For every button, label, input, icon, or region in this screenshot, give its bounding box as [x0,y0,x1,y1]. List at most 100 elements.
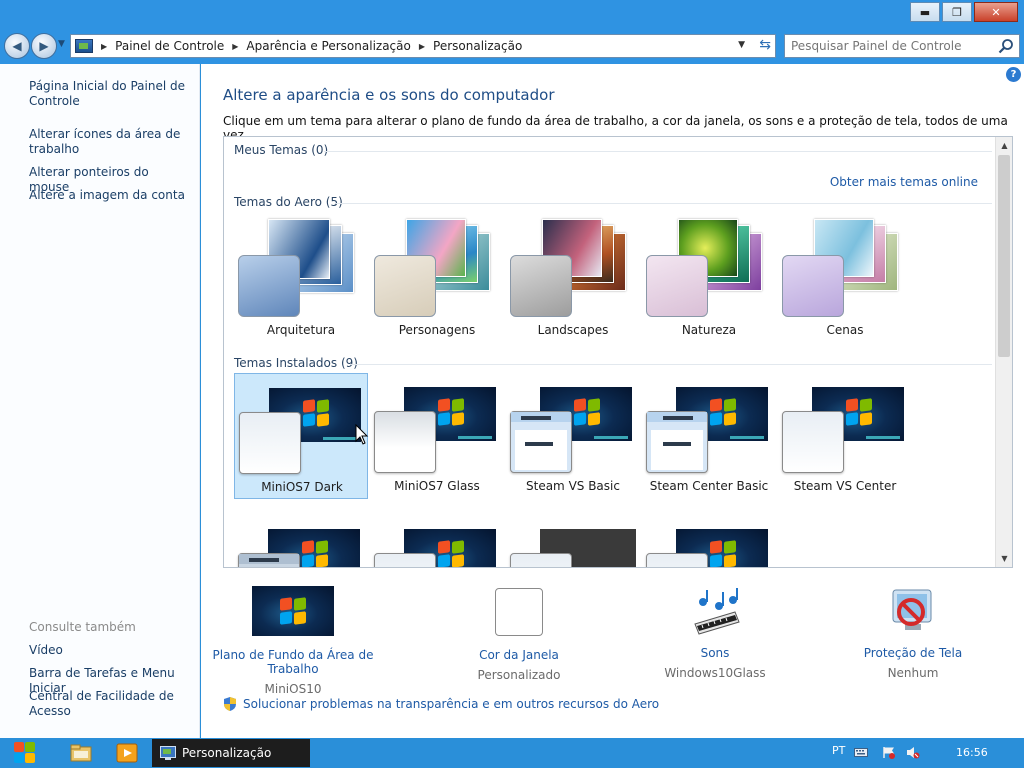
sounds-link[interactable]: Sons [615,646,815,660]
breadcrumb-personalization[interactable]: Personalização [433,39,522,53]
theme-minios7-dark[interactable]: MiniOS7 Dark [234,373,369,499]
main-content: ? Altere a aparência e os sons do comput… [201,64,1024,738]
search-icon[interactable] [998,38,1014,54]
file-explorer-icon[interactable] [70,743,92,763]
recent-pages-dropdown-icon[interactable]: ▼ [58,39,65,49]
search-input[interactable] [791,39,991,53]
theme-steam-vs-basic[interactable]: Steam VS Basic [506,373,640,497]
screen-saver-value: Nenhum [887,666,939,680]
maximize-button[interactable]: ❐ [942,2,972,22]
section-installed-themes: Temas Instalados (9) [234,356,358,370]
theme-partial[interactable] [370,515,504,567]
window-color-value: Personalizado [477,668,561,682]
windows-logo-icon [710,540,738,567]
sidebar-link-video[interactable]: Vídeo [29,643,189,658]
window-color-link[interactable]: Cor da Janela [419,648,619,662]
windows-logo-icon [438,398,466,427]
window-color-swatch [239,412,301,474]
section-divider [350,364,992,365]
theme-label: Cenas [826,323,864,337]
breadcrumb-separator-icon[interactable]: ▶ [232,42,238,51]
forward-button[interactable]: ▶ [31,33,57,59]
theme-label: Steam VS Basic [526,479,620,493]
see-also-heading: Consulte também [29,620,136,634]
troubleshoot-aero-link[interactable]: Solucionar problemas na transparência e … [223,697,659,711]
help-icon[interactable]: ? [1006,67,1021,82]
desktop-background-link[interactable]: Plano de Fundo da Área de Trabalho [193,648,393,676]
window-color-tile[interactable]: Cor da Janela Personalizado [419,588,619,682]
address-dropdown-icon[interactable]: ▼ [738,40,745,50]
window-color-swatch [510,255,572,317]
screen-saver-tile[interactable]: Proteção de Tela Nenhum [813,586,1013,680]
clock[interactable]: 16:56 [956,746,988,759]
troubleshoot-aero-text[interactable]: Solucionar problemas na transparência e … [243,697,659,711]
sidebar-link-ease-of-access[interactable]: Central de Facilidade de Acesso [29,689,189,719]
theme-partial[interactable] [234,515,368,567]
refresh-icon[interactable]: ⇆ [759,37,771,53]
taskbar-personalization-button[interactable]: Personalização [152,739,310,767]
media-player-icon[interactable] [116,743,138,763]
window-color-swatch [238,255,300,317]
theme-cenas[interactable]: Cenas [778,217,912,341]
sidebar-link-desktop-icons[interactable]: Alterar ícones da área de trabalho [29,127,189,157]
theme-minios7-glass[interactable]: MiniOS7 Glass [370,373,504,497]
section-divider [336,203,992,204]
scroll-up-icon[interactable]: ▲ [996,137,1012,154]
taskbar-personalization-label: Personalização [182,746,272,760]
mouse-cursor-icon [355,424,369,445]
theme-preview-stack [506,217,640,317]
window-color-swatch [495,588,543,636]
window-color-swatch [646,255,708,317]
theme-steam-vs-center[interactable]: Steam VS Center [778,373,912,497]
theme-natureza[interactable]: Natureza [642,217,776,341]
theme-label: MiniOS7 Glass [394,479,480,493]
windows-logo-icon [280,597,308,626]
theme-label: Steam Center Basic [649,479,769,493]
themes-scrollbar[interactable]: ▲ ▼ [995,137,1012,567]
keyboard-icon[interactable] [854,746,868,759]
navigation-bar: ◀ ▶ ▼ ▶ Painel de Controle ▶ Aparência e… [0,30,1024,64]
scroll-thumb[interactable] [998,155,1010,357]
windows-logo-icon [438,540,466,567]
back-button[interactable]: ◀ [4,33,30,59]
screen-saver-icon [892,589,932,630]
themes-list[interactable]: Meus Temas (0) Obter mais temas online T… [223,136,1013,568]
start-button[interactable] [8,738,42,768]
minimize-button[interactable]: ▬ [910,2,940,22]
sounds-icon [694,588,740,635]
language-indicator[interactable]: PT [832,744,845,757]
breadcrumb-separator-icon[interactable]: ▶ [101,42,107,51]
window-controls: ▬ ❐ ✕ [910,2,1018,22]
control-panel-icon [75,39,93,53]
theme-steam-center-basic[interactable]: Steam Center Basic [642,373,776,497]
search-box[interactable] [784,34,1020,58]
sidebar-link-control-panel-home[interactable]: Página Inicial do Painel de Controle [29,79,189,109]
breadcrumb-appearance[interactable]: Aparência e Personalização [246,39,410,53]
theme-landscapes[interactable]: Landscapes [506,217,640,341]
theme-preview-stack [234,217,368,317]
theme-partial[interactable] [642,515,776,567]
theme-arquitetura[interactable]: Arquitetura [234,217,368,341]
breadcrumb-control-panel[interactable]: Painel de Controle [115,39,224,53]
section-my-themes: Meus Temas (0) [234,143,329,157]
theme-partial[interactable] [506,515,640,567]
get-more-themes-link[interactable]: Obter mais temas online [830,175,978,189]
arrow-right-icon: ▶ [39,39,49,53]
theme-personagens[interactable]: Personagens [370,217,504,341]
sidebar-link-account-picture[interactable]: Altere a imagem da conta [29,188,189,203]
sounds-value: Windows10Glass [664,666,766,680]
address-bar[interactable]: ▶ Painel de Controle ▶ Aparência e Perso… [70,34,776,58]
breadcrumb-separator-icon[interactable]: ▶ [419,42,425,51]
action-center-flag-icon[interactable] [882,746,896,759]
window-color-swatch [782,255,844,317]
scroll-down-icon[interactable]: ▼ [996,550,1012,567]
section-divider [324,151,992,152]
desktop-background-tile[interactable]: Plano de Fundo da Área de Trabalho MiniO… [193,586,393,696]
windows-logo-icon [303,399,331,428]
volume-muted-icon[interactable] [906,746,920,759]
sounds-tile[interactable]: Sons Windows10Glass [615,586,815,680]
breadcrumb: ▶ Painel de Controle ▶ Aparência e Perso… [101,39,522,53]
close-button[interactable]: ✕ [974,2,1018,22]
section-aero-themes: Temas do Aero (5) [234,195,343,209]
screen-saver-link[interactable]: Proteção de Tela [813,646,1013,660]
